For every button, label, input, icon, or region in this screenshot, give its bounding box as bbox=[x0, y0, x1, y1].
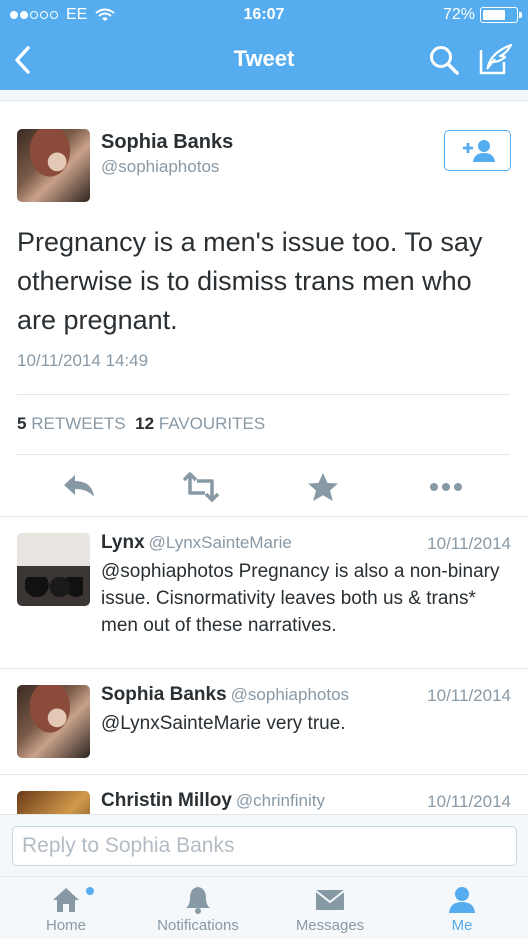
tab-notifications[interactable]: Notifications bbox=[132, 877, 264, 939]
tweet-stats: 5 RETWEETS 12 FAVOURITES bbox=[17, 414, 265, 434]
tab-label: Notifications bbox=[157, 917, 239, 934]
compose-tweet-icon[interactable] bbox=[478, 42, 514, 76]
reply-composer bbox=[0, 814, 528, 876]
navigation-bar: Tweet bbox=[0, 30, 528, 90]
reply-date: 10/11/2014 bbox=[427, 792, 511, 811]
retweet-count[interactable]: 5 bbox=[17, 414, 26, 433]
reply-item[interactable]: Christin Milloy @chrinfinity 10/11/2014 bbox=[0, 775, 528, 814]
avatar[interactable] bbox=[17, 533, 90, 606]
home-icon bbox=[53, 888, 79, 912]
retweet-label[interactable]: RETWEETS bbox=[31, 414, 125, 433]
tab-label: Home bbox=[45, 917, 86, 934]
reply-input[interactable] bbox=[12, 826, 517, 866]
tab-label: Me bbox=[451, 917, 473, 934]
more-options-icon[interactable] bbox=[426, 469, 466, 505]
reply-icon[interactable] bbox=[60, 469, 100, 505]
follow-button[interactable] bbox=[444, 130, 511, 171]
retweet-icon[interactable] bbox=[181, 469, 221, 505]
avatar[interactable] bbox=[17, 685, 90, 758]
reply-item[interactable]: Sophia Banks @sophiaphotos 10/11/2014 @Ly… bbox=[0, 669, 528, 775]
reply-date: 10/11/2014 bbox=[427, 534, 511, 553]
reply-author-name[interactable]: Christin Milloy bbox=[101, 790, 232, 811]
reply-date: 10/11/2014 bbox=[427, 686, 511, 705]
reply-text: @LynxSainteMarie very true. bbox=[101, 713, 346, 734]
bell-icon bbox=[186, 887, 210, 914]
tab-home[interactable]: Home bbox=[0, 877, 132, 939]
person-icon bbox=[449, 887, 475, 913]
favourite-star-icon[interactable] bbox=[303, 469, 343, 505]
search-icon[interactable] bbox=[428, 44, 460, 76]
tab-bar: Home Notifications Messages Me bbox=[0, 876, 528, 939]
tweet-detail-scroll[interactable]: Sophia Banks @sophiaphotos Pregnancy is … bbox=[0, 90, 528, 814]
favourite-label[interactable]: FAVOURITES bbox=[159, 414, 265, 433]
reply-author-handle[interactable]: @sophiaphotos bbox=[231, 685, 349, 704]
reply-author-name[interactable]: Sophia Banks bbox=[101, 684, 227, 705]
author-avatar[interactable] bbox=[17, 129, 90, 202]
author-handle[interactable]: @sophiaphotos bbox=[101, 157, 219, 177]
reply-item[interactable]: Lynx @LynxSainteMarie 10/11/2014 @sophiap… bbox=[0, 517, 528, 669]
unread-dot bbox=[86, 887, 94, 895]
tab-label: Messages bbox=[295, 917, 365, 934]
tab-messages[interactable]: Messages bbox=[264, 877, 396, 939]
battery-icon bbox=[480, 7, 522, 23]
status-bar: EE 16:07 72% bbox=[0, 0, 528, 30]
tweet-timestamp: 10/11/2014 14:49 bbox=[17, 351, 149, 370]
reply-author-handle[interactable]: @LynxSainteMarie bbox=[149, 533, 292, 552]
battery-percent: 72% bbox=[442, 6, 475, 23]
tweet-text: Pregnancy is a men's issue too. To say o… bbox=[17, 227, 483, 335]
avatar[interactable] bbox=[17, 791, 90, 814]
add-user-icon bbox=[463, 140, 495, 162]
reply-author-name[interactable]: Lynx bbox=[101, 532, 145, 553]
envelope-icon bbox=[315, 890, 345, 910]
main-tweet: Sophia Banks @sophiaphotos Pregnancy is … bbox=[0, 101, 528, 517]
reply-text: @sophiaphotos Pregnancy is also a non-bi… bbox=[101, 561, 500, 636]
tab-me[interactable]: Me bbox=[396, 877, 528, 939]
favourite-count[interactable]: 12 bbox=[135, 414, 154, 433]
reply-author-handle[interactable]: @chrinfinity bbox=[236, 791, 325, 810]
author-name[interactable]: Sophia Banks bbox=[101, 131, 233, 154]
